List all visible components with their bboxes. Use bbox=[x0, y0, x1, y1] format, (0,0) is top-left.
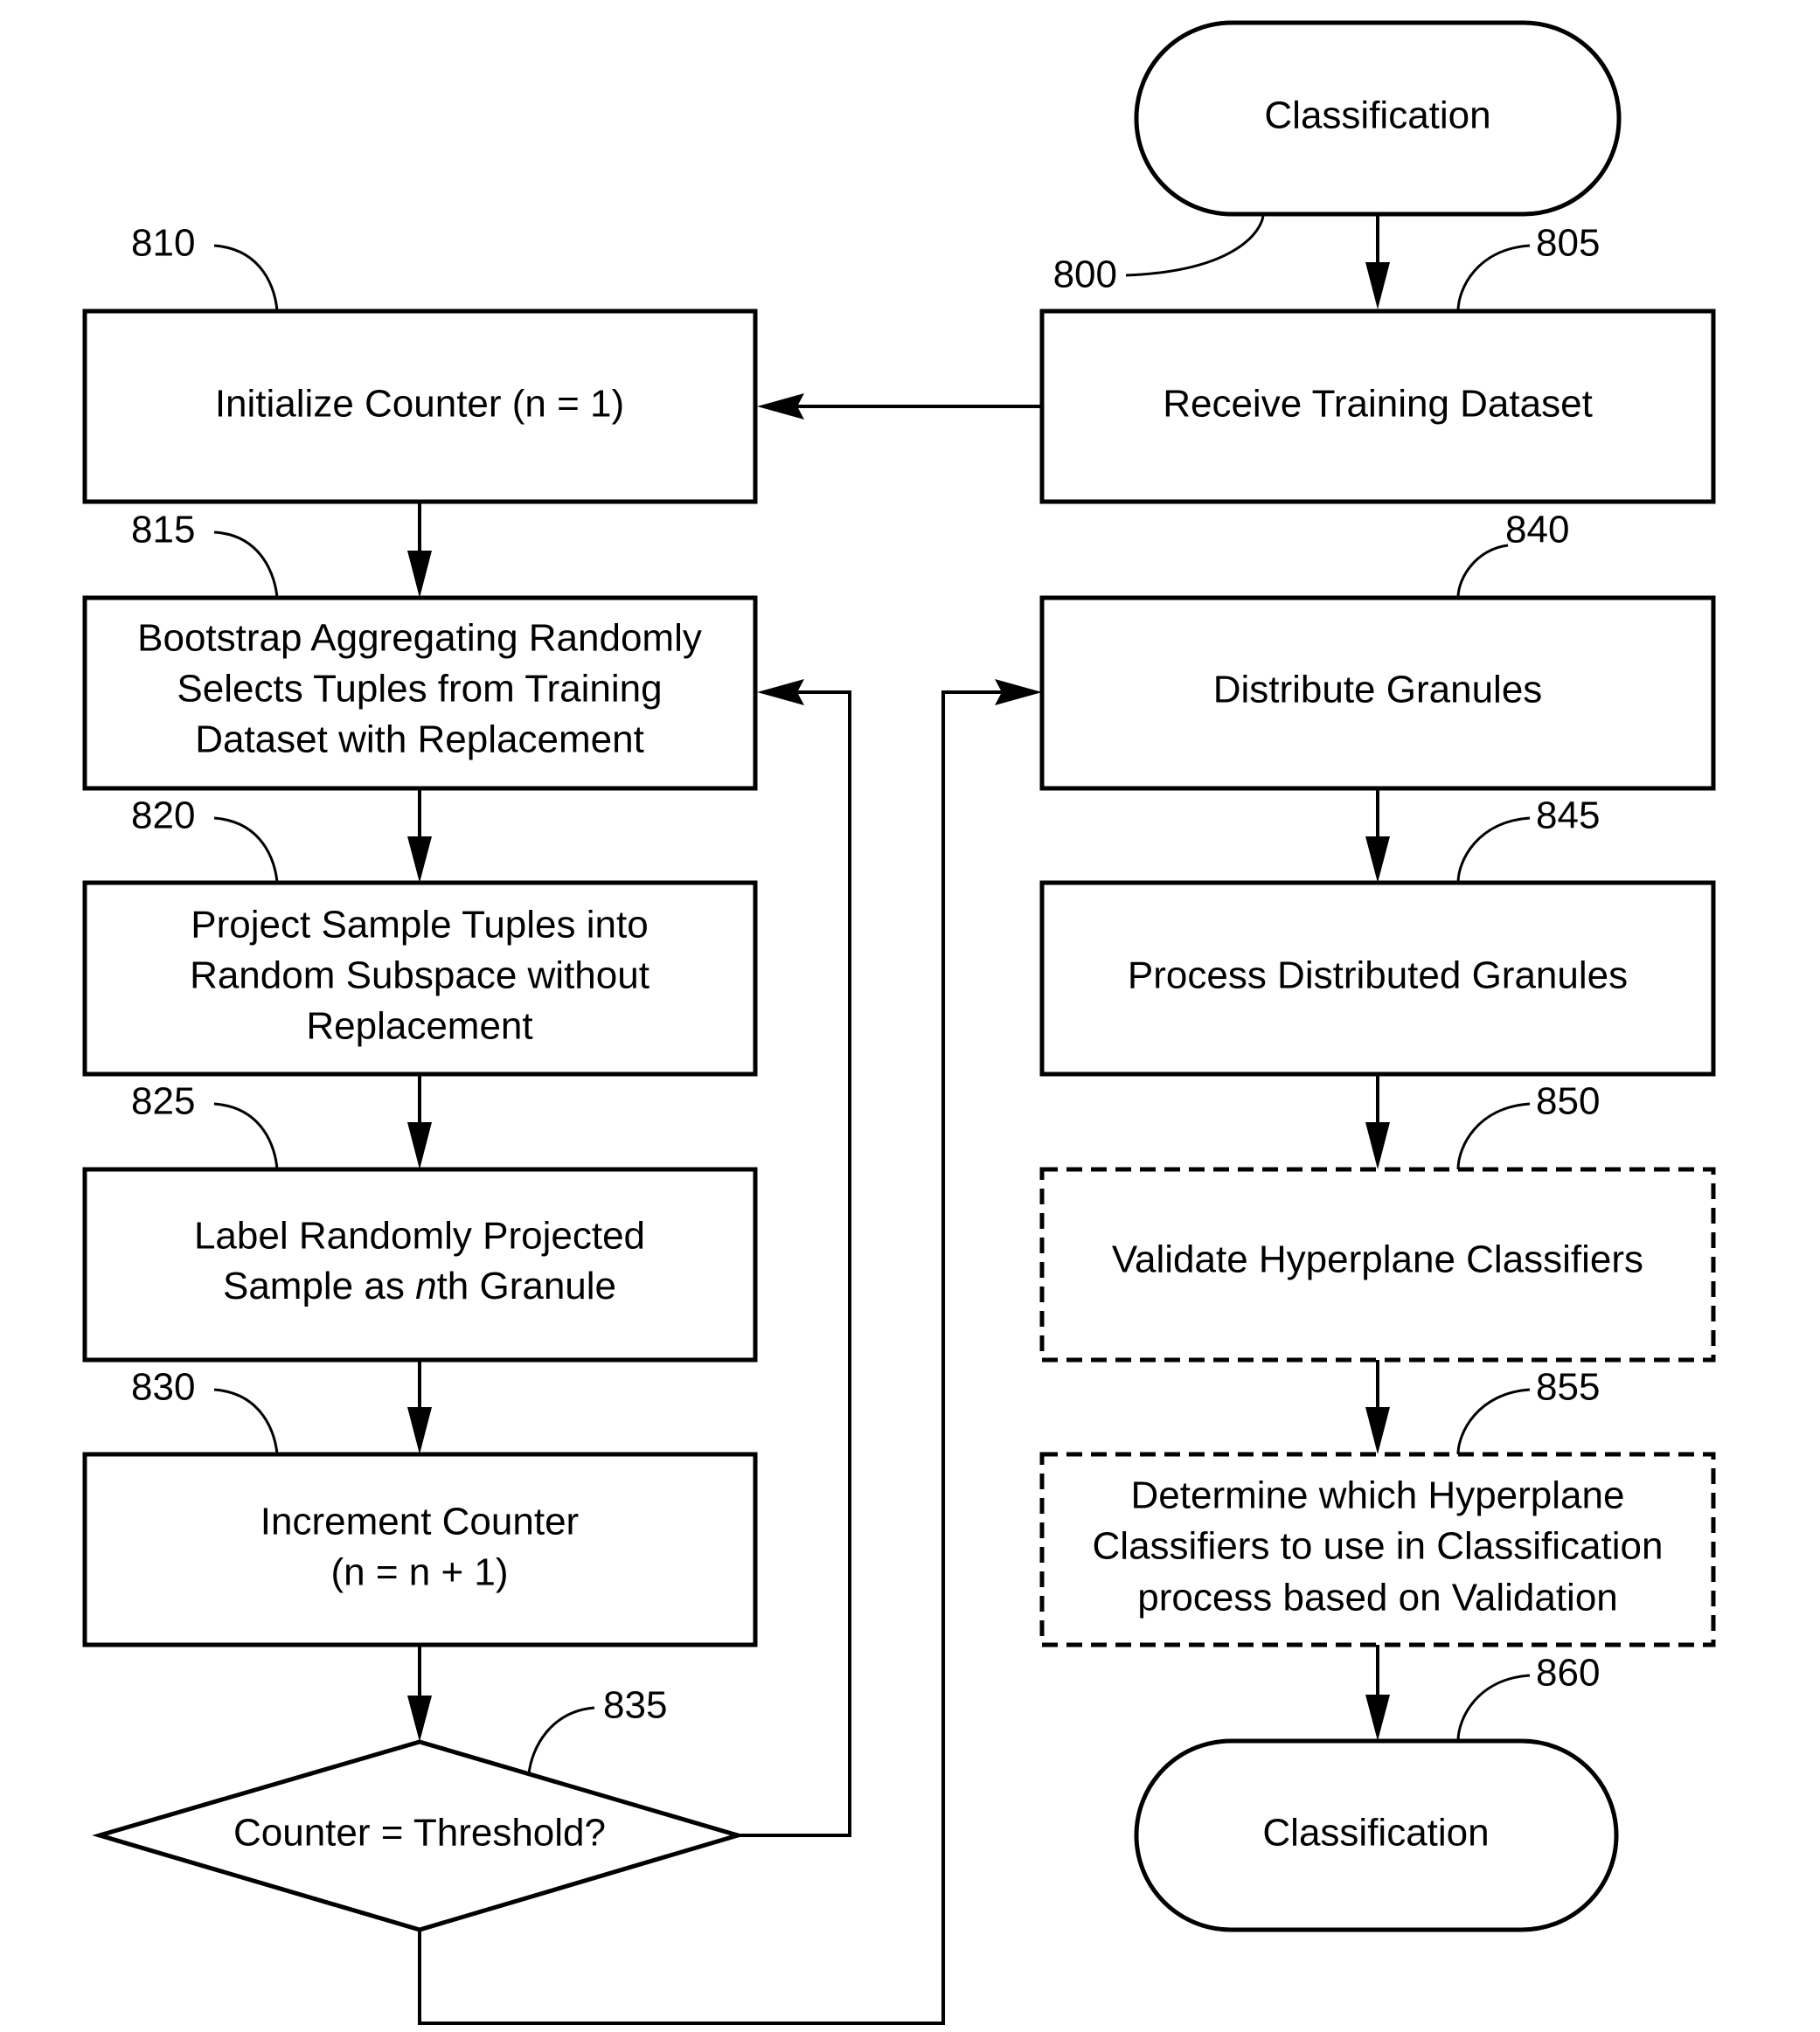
ref-850: 850 bbox=[1536, 1080, 1600, 1123]
node-determine-line-3: process based on Validation bbox=[1137, 1577, 1618, 1619]
node-decision[interactable]: Counter = Threshold? bbox=[92, 1739, 746, 1932]
node-project-line-3: Replacement bbox=[306, 1005, 532, 1048]
node-project-line-1: Project Sample Tuples into bbox=[191, 904, 648, 947]
arrowhead-icon bbox=[407, 1407, 432, 1454]
node-validate-label: Validate Hyperplane Classifiers bbox=[1112, 1238, 1643, 1281]
node-start-label: Classification bbox=[1264, 94, 1490, 137]
node-label[interactable]: Label Randomly Projected Sample as nth G… bbox=[82, 1167, 758, 1363]
leader-845 bbox=[1456, 816, 1531, 884]
ref-830: 830 bbox=[131, 1366, 195, 1409]
ref-855: 855 bbox=[1536, 1366, 1600, 1409]
node-bootstrap-line-1: Bootstrap Aggregating Randomly bbox=[137, 617, 702, 660]
node-init-label: Initialize Counter (n = 1) bbox=[215, 383, 624, 426]
node-increment[interactable]: Increment Counter (n = n + 1) bbox=[82, 1452, 758, 1647]
node-label-line-1: Label Randomly Projected bbox=[194, 1215, 645, 1258]
leader-835 bbox=[527, 1706, 595, 1775]
arrowhead-icon bbox=[407, 1696, 432, 1742]
node-end-label: Classification bbox=[1262, 1812, 1489, 1855]
arrowhead-icon bbox=[1365, 262, 1390, 309]
node-determine[interactable]: Determine which Hyperplane Classifiers t… bbox=[1039, 1452, 1716, 1647]
arrowhead-icon bbox=[995, 679, 1042, 705]
ref-820: 820 bbox=[131, 794, 195, 837]
node-determine-line-2: Classifiers to use in Classification bbox=[1093, 1525, 1664, 1568]
leader-840 bbox=[1456, 544, 1509, 599]
node-bootstrap-line-2: Selects Tuples from Training bbox=[177, 668, 662, 711]
leader-820 bbox=[213, 816, 279, 884]
node-receive-label: Receive Training Dataset bbox=[1163, 383, 1593, 426]
leader-805 bbox=[1456, 244, 1531, 312]
arrowhead-icon bbox=[407, 836, 432, 883]
leader-860 bbox=[1456, 1674, 1531, 1742]
node-determine-line-1: Determine which Hyperplane bbox=[1131, 1474, 1625, 1517]
leader-815 bbox=[213, 531, 279, 599]
node-project-line-2: Random Subspace without bbox=[190, 954, 650, 997]
arrowhead-icon bbox=[1365, 1695, 1390, 1741]
ref-805: 805 bbox=[1536, 222, 1600, 265]
flowchart: Initialize Counter (n = 1) Bootstrap Agg… bbox=[82, 20, 1716, 2025]
ref-840: 840 bbox=[1505, 509, 1569, 551]
ref-825: 825 bbox=[131, 1080, 195, 1123]
node-end[interactable]: Classification bbox=[1134, 1738, 1619, 1932]
ref-860: 860 bbox=[1536, 1652, 1600, 1695]
node-init[interactable]: Initialize Counter (n = 1) bbox=[82, 309, 758, 504]
node-project[interactable]: Project Sample Tuples into Random Subspa… bbox=[82, 880, 758, 1077]
arrowhead-icon bbox=[1365, 1122, 1390, 1169]
leader-830 bbox=[213, 1388, 279, 1455]
node-process[interactable]: Process Distributed Granules bbox=[1039, 880, 1716, 1077]
node-decision-label: Counter = Threshold? bbox=[233, 1812, 606, 1855]
node-bootstrap-line-3: Dataset with Replacement bbox=[195, 718, 644, 761]
leader-850 bbox=[1456, 1102, 1531, 1170]
ref-810: 810 bbox=[131, 222, 195, 265]
leader-800 bbox=[1125, 213, 1265, 277]
node-validate[interactable]: Validate Hyperplane Classifiers bbox=[1039, 1167, 1716, 1363]
node-process-label: Process Distributed Granules bbox=[1128, 954, 1628, 997]
arrowhead-icon bbox=[757, 393, 804, 420]
leader-855 bbox=[1456, 1388, 1531, 1455]
arrowhead-icon bbox=[1365, 1407, 1390, 1454]
arrowhead-icon bbox=[407, 551, 432, 598]
node-distribute[interactable]: Distribute Granules bbox=[1039, 595, 1716, 791]
ref-800: 800 bbox=[1053, 253, 1117, 296]
ref-815: 815 bbox=[131, 509, 195, 551]
leader-825 bbox=[213, 1102, 279, 1170]
node-increment-line-2: (n = n + 1) bbox=[330, 1551, 508, 1594]
arrowhead-icon bbox=[407, 1122, 432, 1169]
ref-835: 835 bbox=[603, 1684, 667, 1727]
leader-810 bbox=[213, 244, 279, 312]
node-distribute-label: Distribute Granules bbox=[1213, 669, 1543, 711]
node-bootstrap[interactable]: Bootstrap Aggregating Randomly Selects T… bbox=[82, 595, 758, 791]
node-start[interactable]: Classification bbox=[1134, 20, 1622, 217]
ref-845: 845 bbox=[1536, 794, 1600, 837]
arrowhead-icon bbox=[1365, 836, 1390, 883]
node-label-line-2: Sample as nth Granule bbox=[223, 1265, 616, 1307]
node-increment-line-1: Increment Counter bbox=[260, 1501, 579, 1543]
node-receive[interactable]: Receive Training Dataset bbox=[1039, 309, 1716, 504]
arrowhead-icon bbox=[757, 679, 804, 705]
